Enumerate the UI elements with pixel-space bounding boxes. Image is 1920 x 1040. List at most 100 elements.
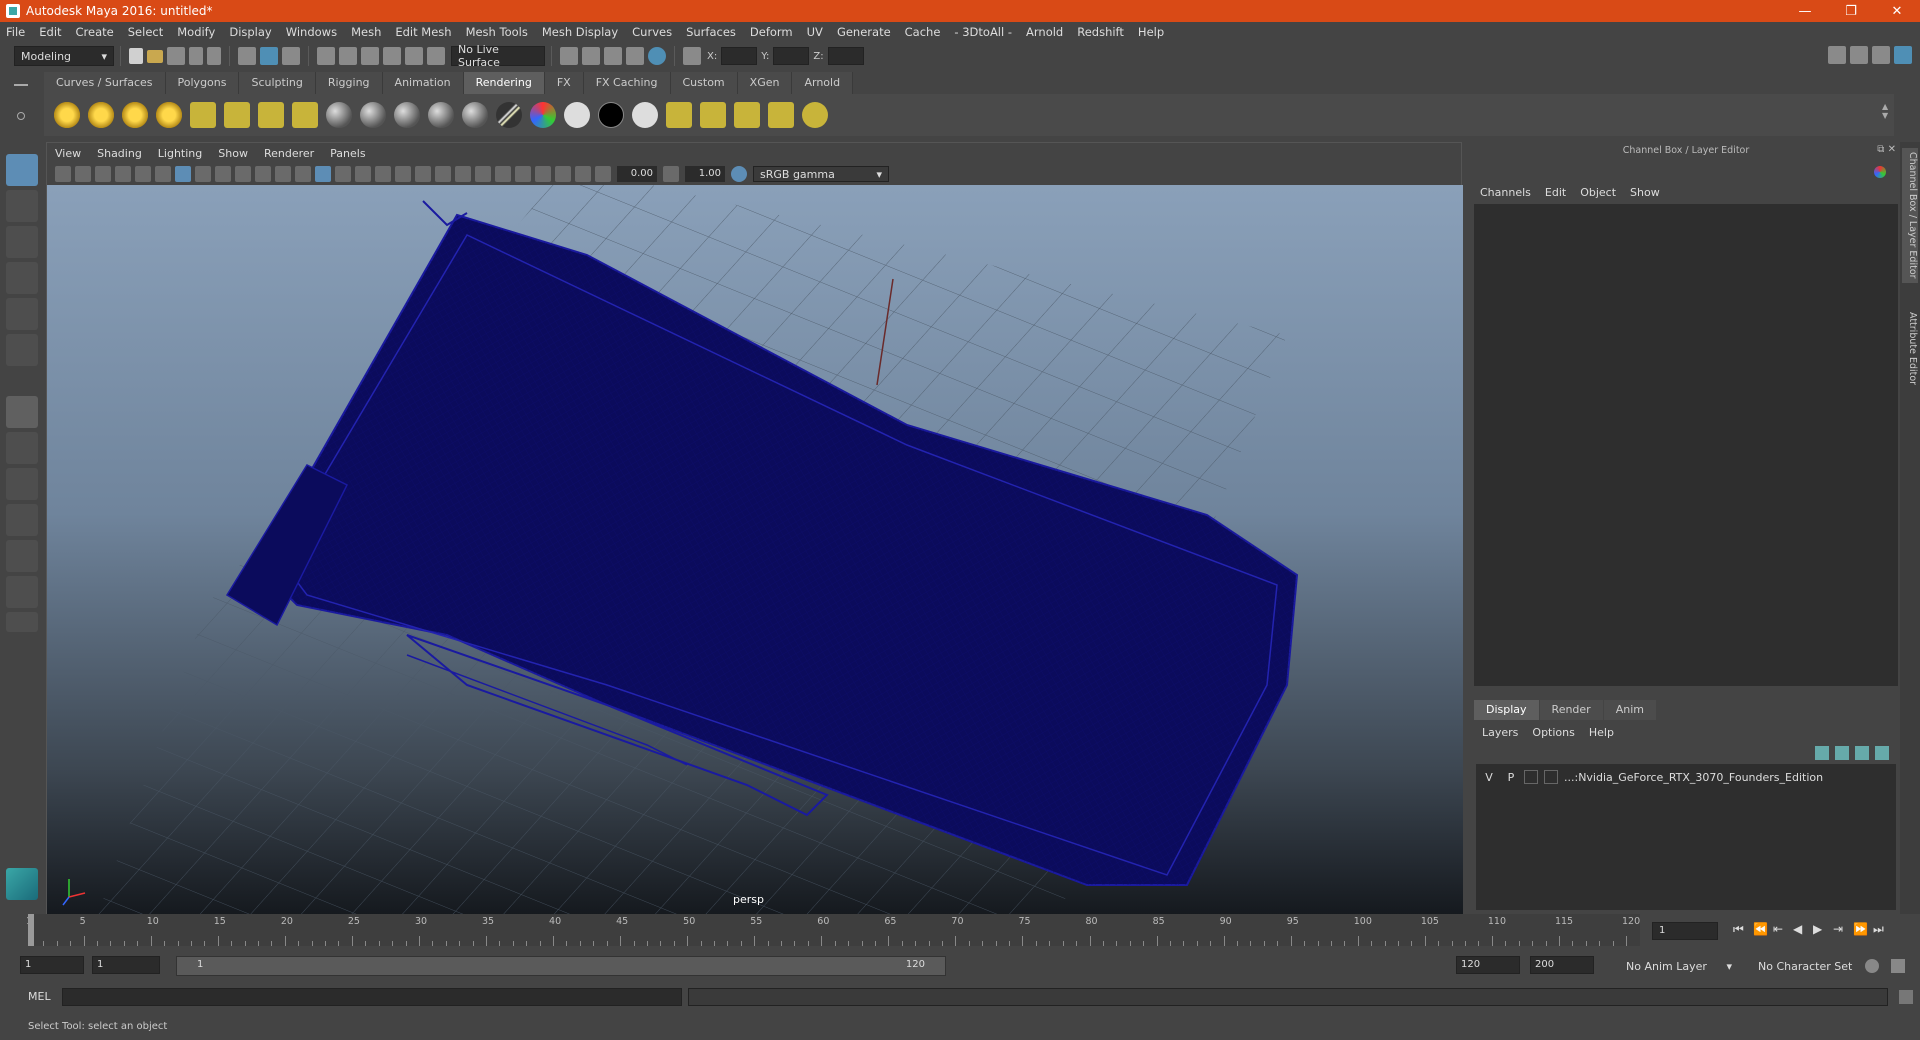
- phong-e-material-icon[interactable]: [428, 102, 454, 128]
- volume-light-icon[interactable]: [224, 102, 250, 128]
- hypershade-shelf-icon[interactable]: [802, 102, 828, 128]
- menu-mesh-display[interactable]: Mesh Display: [542, 25, 618, 39]
- layer-menu-layers[interactable]: Layers: [1482, 726, 1518, 739]
- close-button[interactable]: ✕: [1874, 0, 1920, 22]
- four-view-layout-icon[interactable]: [6, 432, 38, 464]
- bookmark-icon[interactable]: [95, 166, 111, 182]
- viewport-menu-show[interactable]: Show: [218, 147, 248, 160]
- menu-mesh[interactable]: Mesh: [351, 25, 381, 39]
- menu-edit-mesh[interactable]: Edit Mesh: [395, 25, 451, 39]
- gamma-icon[interactable]: [663, 166, 679, 182]
- layer-visibility-toggle[interactable]: V: [1480, 771, 1498, 784]
- menu-cache[interactable]: Cache: [905, 25, 941, 39]
- camera-attributes-icon[interactable]: [75, 166, 91, 182]
- playback-end-field[interactable]: 120: [1456, 956, 1520, 974]
- depth-of-field-icon[interactable]: [495, 166, 511, 182]
- shelf-tab-xgen[interactable]: XGen: [737, 72, 793, 94]
- x-field[interactable]: [721, 47, 758, 65]
- view-transform-selector[interactable]: sRGB gamma ▾: [753, 166, 889, 182]
- menu-deform[interactable]: Deform: [750, 25, 793, 39]
- menu-curves[interactable]: Curves: [632, 25, 672, 39]
- y-field[interactable]: [773, 47, 810, 65]
- layer-menu-options[interactable]: Options: [1532, 726, 1574, 739]
- channel-box-menu-object[interactable]: Object: [1580, 186, 1616, 199]
- camera-select-icon[interactable]: [55, 166, 71, 182]
- shelf-tab-fx[interactable]: FX: [544, 72, 584, 94]
- select-component-icon[interactable]: [282, 47, 300, 65]
- menu-file[interactable]: File: [6, 25, 25, 39]
- move-tool-icon[interactable]: [6, 262, 38, 294]
- smooth-shade-icon[interactable]: [335, 166, 351, 182]
- move-layer-down-icon[interactable]: [1835, 746, 1849, 760]
- grid-icon[interactable]: [175, 166, 191, 182]
- channel-box-menu-show[interactable]: Show: [1630, 186, 1660, 199]
- viewport-menu-view[interactable]: View: [55, 147, 81, 160]
- current-time-indicator[interactable]: [28, 914, 34, 946]
- ipr-render-shelf-icon[interactable]: [734, 102, 760, 128]
- redo-icon[interactable]: [207, 47, 221, 65]
- menu-help[interactable]: Help: [1138, 25, 1164, 39]
- xray-icon[interactable]: [535, 166, 551, 182]
- use-background-icon[interactable]: [598, 102, 624, 128]
- side-tab-attribute-editor[interactable]: Attribute Editor: [1902, 312, 1918, 385]
- save-scene-icon[interactable]: [167, 47, 185, 65]
- menu-modify[interactable]: Modify: [177, 25, 215, 39]
- snap-point-icon[interactable]: [361, 47, 379, 65]
- layout-options-icon[interactable]: [6, 612, 38, 632]
- menu-edit[interactable]: Edit: [39, 25, 61, 39]
- render-current-frame-icon[interactable]: [700, 102, 726, 128]
- ramp-shader-icon[interactable]: [530, 102, 556, 128]
- maya-home-icon[interactable]: [6, 868, 38, 900]
- ambient-light-icon[interactable]: [54, 102, 80, 128]
- select-object-icon[interactable]: [260, 47, 278, 65]
- render-view-shelf-icon[interactable]: [666, 102, 692, 128]
- motion-blur-icon[interactable]: [455, 166, 471, 182]
- new-scene-icon[interactable]: [129, 48, 143, 64]
- select-hierarchy-icon[interactable]: [238, 47, 256, 65]
- manipulator-icon[interactable]: [1874, 166, 1886, 178]
- layer-menu-help[interactable]: Help: [1589, 726, 1614, 739]
- restore-button[interactable]: ❐: [1828, 0, 1874, 22]
- menu-3dtoall[interactable]: - 3DtoAll -: [954, 25, 1012, 39]
- playback-start-field[interactable]: 1: [92, 956, 160, 974]
- menu-select[interactable]: Select: [128, 25, 163, 39]
- viewport-panel[interactable]: View Shading Lighting Show Renderer Pane…: [46, 142, 1463, 915]
- shelf-tab-arnold[interactable]: Arnold: [792, 72, 854, 94]
- channel-box-body[interactable]: [1474, 204, 1898, 686]
- select-tool-icon[interactable]: [6, 154, 38, 186]
- hypershade-layout-icon[interactable]: [6, 576, 38, 608]
- render-settings-shelf-icon[interactable]: [768, 102, 794, 128]
- new-layer-icon[interactable]: [1855, 746, 1869, 760]
- xray-components-icon[interactable]: [575, 166, 591, 182]
- script-editor-icon[interactable]: [1899, 990, 1913, 1004]
- anim-layer-selector[interactable]: No Anim Layer ▾: [1620, 956, 1738, 976]
- wireframe-on-shaded-icon[interactable]: [355, 166, 371, 182]
- ipr-render-icon[interactable]: [604, 47, 622, 65]
- grease-pencil-icon[interactable]: [155, 166, 171, 182]
- attribute-editor-icon[interactable]: [1850, 46, 1868, 64]
- channel-box-menu-edit[interactable]: Edit: [1545, 186, 1566, 199]
- snap-surface-icon[interactable]: [405, 47, 423, 65]
- new-layer-selected-icon[interactable]: [1875, 746, 1889, 760]
- menu-display[interactable]: Display: [229, 25, 271, 39]
- menu-windows[interactable]: Windows: [286, 25, 337, 39]
- lambert-material-icon[interactable]: [360, 102, 386, 128]
- animation-prefs-icon[interactable]: [1891, 959, 1905, 973]
- anisotropic-material-icon[interactable]: [462, 102, 488, 128]
- 3d-scene[interactable]: persp: [47, 185, 1463, 915]
- close-panel-icon[interactable]: ✕: [1888, 144, 1896, 155]
- layer-display-type[interactable]: [1524, 770, 1538, 784]
- shelf-tab-polygons[interactable]: Polygons: [165, 72, 240, 94]
- resolution-gate-icon[interactable]: [215, 166, 231, 182]
- step-back-frame-icon[interactable]: ⏪: [1753, 922, 1768, 936]
- shading-map-icon[interactable]: [632, 102, 658, 128]
- viewport-menu-panels[interactable]: Panels: [330, 147, 365, 160]
- menu-uv[interactable]: UV: [807, 25, 823, 39]
- rotate-tool-icon[interactable]: [6, 298, 38, 330]
- gate-mask-icon[interactable]: [235, 166, 251, 182]
- directional-light-icon[interactable]: [88, 102, 114, 128]
- mode-selector[interactable]: Modeling ▾: [14, 46, 114, 66]
- layer-row[interactable]: V P ...:Nvidia_GeForce_RTX_3070_Founders…: [1480, 768, 1890, 786]
- blinn-material-icon[interactable]: [326, 102, 352, 128]
- lasso-tool-icon[interactable]: [6, 190, 38, 222]
